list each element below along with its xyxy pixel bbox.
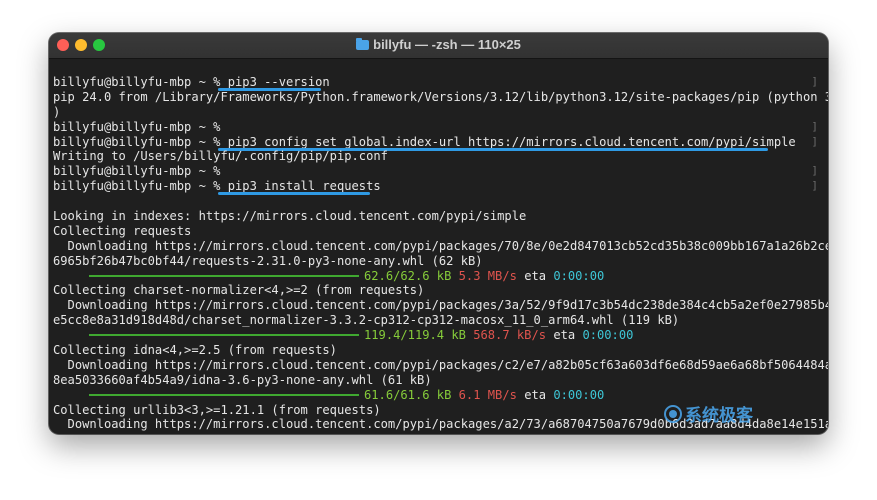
progress-bar <box>89 274 359 277</box>
terminal-line: Collecting requests <box>53 223 192 238</box>
terminal-line: Collecting charset-normalizer<4,>=2 (fro… <box>53 283 425 298</box>
window-title: billyfu — -zsh — 110×25 <box>49 37 828 52</box>
terminal-line: Downloading https://mirrors.cloud.tencen… <box>53 238 828 253</box>
progress-bar <box>89 334 359 337</box>
terminal-line: billyfu@billyfu-mbp ~ % pip3 config set … <box>53 134 822 151</box>
prompt: billyfu@billyfu-mbp ~ % <box>53 119 228 134</box>
progress-eta: 0:00:00 <box>582 328 634 343</box>
window-title-text: billyfu — -zsh — 110×25 <box>373 37 521 52</box>
prompt: billyfu@billyfu-mbp ~ % <box>53 164 228 179</box>
watermark-icon <box>664 404 682 423</box>
progress-size: 61.6/61.6 kB <box>364 387 452 402</box>
terminal-line: billyfu@billyfu-mbp ~ % pip3 install req… <box>53 179 822 196</box>
prompt: billyfu@billyfu-mbp ~ % <box>53 134 228 149</box>
terminal-line: Downloading https://mirrors.cloud.tencen… <box>53 357 828 372</box>
terminal-line: Looking in indexes: https://mirrors.clou… <box>53 209 527 224</box>
command: pip3 --version <box>227 75 330 89</box>
terminal-line: e5cc8e8a31d918d48d/charset_normalizer-3.… <box>53 313 680 328</box>
terminal-line: billyfu@billyfu-mbp ~ % pip3 --version] <box>53 75 822 91</box>
progress-line: 119.4/119.4 kB 568.7 kB/s eta 0:00:00 <box>53 328 822 343</box>
terminal-line: billyfu@billyfu-mbp ~ % ] <box>53 120 822 135</box>
progress-line: 62.6/62.6 kB 5.3 MB/s eta 0:00:00 <box>53 269 822 284</box>
prompt: billyfu@billyfu-mbp ~ % <box>53 179 228 194</box>
terminal-line: Downloading https://mirrors.cloud.tencen… <box>53 298 828 313</box>
watermark-logo: 系统极客 <box>664 401 753 426</box>
terminal-line: Collecting idna<4,>=2.5 (from requests) <box>53 343 337 358</box>
terminal-line: ) <box>53 104 61 119</box>
watermark-text: 系统极客 <box>685 406 753 426</box>
terminal-line: pip 24.0 from /Library/Frameworks/Python… <box>53 89 828 104</box>
terminal-line: 6965bf26b47bc0bf44/requests-2.31.0-py3-n… <box>53 253 483 268</box>
eta-label: eta <box>553 328 576 343</box>
progress-speed: 568.7 kB/s <box>473 328 547 343</box>
terminal-line: Writing to /Users/billyfu/.config/pip/pi… <box>53 149 388 164</box>
line-end-marker: ] <box>811 134 818 148</box>
progress-speed: 5.3 MB/s <box>458 268 517 283</box>
prompt: billyfu@billyfu-mbp ~ % <box>53 75 228 89</box>
terminal-window: billyfu — -zsh — 110×25 billyfu@billyfu-… <box>49 33 828 434</box>
line-end-marker: ] <box>811 75 818 88</box>
progress-size: 62.6/62.6 kB <box>364 268 452 283</box>
terminal-output[interactable]: billyfu@billyfu-mbp ~ % pip3 --version] … <box>53 75 828 432</box>
command: pip3 config set global.index-url https:/… <box>227 134 796 149</box>
terminal-line: 8ea5033660af4b54a9/idna-3.6-py3-none-any… <box>53 372 432 387</box>
title-bar: billyfu — -zsh — 110×25 <box>49 33 828 59</box>
terminal-line: billyfu@billyfu-mbp ~ % ] <box>53 164 822 179</box>
line-end-marker: ] <box>811 179 818 193</box>
eta-label: eta <box>524 268 547 283</box>
progress-eta: 0:00:00 <box>553 268 605 283</box>
progress-bar <box>89 393 359 396</box>
folder-icon <box>356 38 370 50</box>
eta-label: eta <box>524 387 547 402</box>
command: pip3 install requests <box>227 179 381 194</box>
progress-eta: 0:00:00 <box>553 387 605 402</box>
line-end-marker: ] <box>811 119 818 133</box>
progress-size: 119.4/119.4 kB <box>364 328 466 343</box>
line-end-marker: ] <box>811 164 818 178</box>
progress-speed: 6.1 MB/s <box>458 387 517 402</box>
